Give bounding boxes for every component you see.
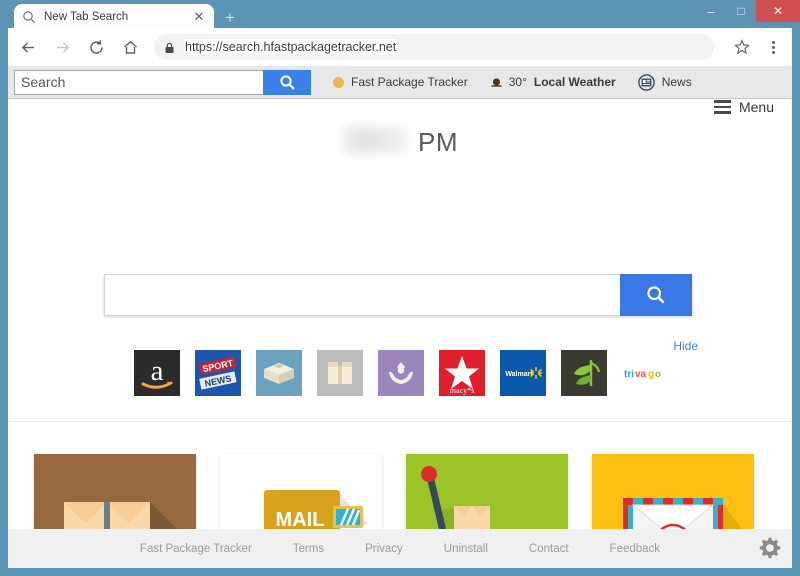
footer-link-contact[interactable]: Contact [529, 543, 569, 555]
toolbar-link-label: Local Weather [533, 75, 616, 89]
extension-toolbar: Fast Package Tracker 30° Local Weather [8, 66, 792, 99]
close-window-button[interactable]: ✕ [756, 0, 800, 22]
lock-icon [164, 41, 176, 53]
browser-menu-icon[interactable] [760, 40, 786, 54]
url-text: https://search.hfastpackagetracker.net [184, 39, 398, 55]
content-divider [8, 421, 792, 422]
weather-temperature: 30° [508, 75, 527, 89]
address-bar[interactable]: https://search.hfastpackagetracker.net [154, 34, 714, 60]
back-icon[interactable] [14, 33, 42, 61]
toolbar-link-label: Fast Package Tracker [351, 75, 468, 89]
svg-text:Walmart: Walmart [505, 371, 533, 378]
toolbar-search-button[interactable] [263, 69, 311, 95]
toolbar-search [14, 69, 311, 95]
minimize-button[interactable]: – [696, 0, 726, 22]
svg-text:tri: tri [624, 369, 634, 380]
toolbar-link-fast-package-tracker[interactable]: Fast Package Tracker [333, 75, 468, 89]
tile-charity-hands[interactable] [378, 350, 424, 396]
svg-text:MAIL: MAIL [276, 509, 325, 531]
main-search [104, 274, 692, 316]
page-footer: Fast Package Tracker Terms Privacy Unins… [8, 529, 792, 568]
footer-link-fast-package-tracker[interactable]: Fast Package Tracker [140, 543, 252, 555]
svg-text:o: o [655, 369, 661, 380]
toolbar-link-label: News [661, 75, 692, 89]
browser-window: New Tab Search ✕ + – □ ✕ https://search.… [0, 0, 800, 576]
star-icon[interactable] [728, 33, 756, 61]
page-menu-label: Menu [738, 99, 774, 115]
footer-link-terms[interactable]: Terms [293, 543, 324, 555]
main-search-button[interactable] [620, 274, 692, 316]
svg-text:va: va [635, 369, 647, 380]
reload-icon[interactable] [82, 33, 110, 61]
maximize-button[interactable]: □ [726, 0, 756, 22]
close-icon[interactable]: ✕ [192, 10, 206, 24]
clock-digits-redacted [342, 127, 408, 153]
tab-strip: New Tab Search ✕ + – □ ✕ [0, 0, 800, 29]
hide-tiles-link[interactable]: Hide [673, 339, 698, 353]
new-tab-button[interactable]: + [222, 9, 238, 26]
gear-icon[interactable] [758, 536, 782, 560]
clock: PM [8, 125, 792, 158]
tab-title: New Tab Search [44, 10, 129, 23]
footer-link-privacy[interactable]: Privacy [365, 543, 403, 555]
clock-ampm: PM [418, 127, 458, 157]
home-icon[interactable] [116, 33, 144, 61]
svg-text:macy*s: macy*s [450, 386, 474, 395]
weather-icon [490, 77, 502, 88]
tile-leaf[interactable] [561, 350, 607, 396]
window-controls: – □ ✕ [696, 0, 800, 24]
forward-icon [48, 33, 76, 61]
tile-open-box[interactable] [256, 350, 302, 396]
footer-link-uninstall[interactable]: Uninstall [444, 543, 488, 555]
shortcut-tiles: a SPORT NEWS macy*s Walmart tri va g o [134, 350, 668, 396]
tile-sport-news[interactable]: SPORT NEWS [195, 350, 241, 396]
tile-walmart[interactable]: Walmart [500, 350, 546, 396]
hamburger-icon [713, 100, 731, 114]
svg-text:a: a [151, 355, 164, 387]
tile-macys[interactable]: macy*s [439, 350, 485, 396]
tile-carton-box[interactable] [317, 350, 363, 396]
footer-link-feedback[interactable]: Feedback [610, 543, 661, 555]
browser-tab[interactable]: New Tab Search ✕ [14, 4, 214, 29]
tile-amazon[interactable]: a [134, 350, 180, 396]
orange-dot-icon [333, 76, 344, 88]
page-menu-button[interactable]: Menu [713, 99, 774, 115]
news-icon [637, 73, 655, 91]
search-icon [22, 10, 36, 24]
toolbar-link-local-weather[interactable]: 30° Local Weather [490, 75, 616, 89]
navigation-bar: https://search.hfastpackagetracker.net [8, 28, 792, 66]
svg-text:g: g [648, 369, 654, 380]
main-search-input[interactable] [104, 274, 620, 316]
toolbar-search-input[interactable] [14, 69, 263, 95]
toolbar-link-news[interactable]: News [637, 73, 692, 91]
tile-trivago[interactable]: tri va g o [622, 350, 668, 396]
page-content: Menu PM Hide a SPORT NEWS macy*s Walmart… [8, 99, 792, 568]
toolbar-links: Fast Package Tracker 30° Local Weather N… [333, 73, 692, 91]
